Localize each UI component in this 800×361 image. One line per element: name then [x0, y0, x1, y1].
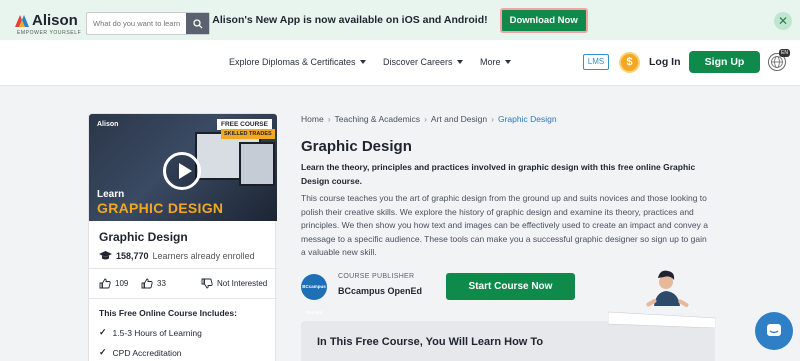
divider	[89, 268, 277, 269]
publisher-name[interactable]: BCcampus OpenEd	[338, 286, 422, 296]
thumbnail-monitor-secondary	[239, 142, 275, 186]
save-count: 33	[157, 279, 166, 288]
logo-mark-icon	[15, 14, 29, 27]
enrolled-label: Learners already enrolled	[152, 251, 255, 261]
not-interested-label: Not Interested	[217, 279, 268, 288]
search-button[interactable]	[186, 13, 209, 34]
logo-word: Alison	[32, 12, 78, 29]
chevron-right-icon: ›	[491, 114, 494, 124]
signup-button[interactable]: Sign Up	[689, 51, 760, 73]
play-icon[interactable]	[163, 152, 201, 190]
graduation-cap-icon	[99, 251, 112, 260]
course-video-thumbnail[interactable]: Alison FREE COURSE SKILLED TRADES Learn …	[89, 114, 277, 221]
thumbs-up-alt-icon	[141, 278, 153, 289]
login-link[interactable]: Log In	[649, 56, 681, 68]
breadcrumb-art-design[interactable]: Art and Design	[431, 114, 487, 124]
thumbnail-learn-text: Learn	[97, 189, 125, 200]
includes-title: This Free Online Course Includes:	[99, 308, 237, 318]
divider	[89, 298, 277, 299]
includes-item: ✓ CPD Accreditation	[99, 347, 182, 358]
promo-text: Alison's New App is now available on iOS…	[212, 14, 488, 26]
enrolled-count: 158,770 Learners already enrolled	[99, 251, 255, 261]
chevron-down-icon	[456, 60, 463, 64]
nav-explore-diplomas[interactable]: Explore Diplomas & Certificates	[229, 57, 366, 67]
search-icon	[192, 18, 202, 28]
nav-label: Discover Careers	[383, 57, 453, 67]
enrolled-number: 158,770	[116, 251, 149, 261]
thumbnail-logo: Alison	[97, 121, 119, 128]
chevron-right-icon: ›	[327, 114, 331, 124]
course-description: This course teaches you the art of graph…	[301, 193, 708, 258]
skilled-trades-tag: SKILLED TRADES	[221, 129, 275, 139]
save-button[interactable]: 33	[141, 278, 166, 289]
page-title: Graphic Design	[301, 138, 412, 155]
lms-button[interactable]: LMS	[583, 54, 609, 70]
nav-discover-careers[interactable]: Discover Careers	[383, 57, 463, 67]
breadcrumb-teaching[interactable]: Teaching & Academics	[335, 114, 421, 124]
close-icon[interactable]: ✕	[774, 12, 792, 30]
includes-item-label: CPD Accreditation	[112, 347, 182, 358]
person-illustration	[608, 270, 716, 328]
includes-item-label: 1.5-3 Hours of Learning	[112, 327, 202, 338]
check-icon: ✓	[99, 347, 107, 357]
logo-tagline: EMPOWER YOURSELF	[17, 30, 82, 36]
chevron-down-icon	[504, 60, 511, 64]
chat-button[interactable]	[755, 312, 793, 350]
alison-logo[interactable]: Alison EMPOWER YOURSELF	[15, 12, 81, 36]
coin-icon[interactable]: $	[619, 52, 640, 73]
thumbs-up-icon	[99, 278, 111, 289]
search-input[interactable]	[87, 13, 187, 34]
like-button[interactable]: 109	[99, 278, 128, 289]
learn-how-to-title: In This Free Course, You Will Learn How …	[317, 336, 544, 348]
breadcrumb-current[interactable]: Graphic Design	[498, 114, 557, 124]
course-card: Alison FREE COURSE SKILLED TRADES Learn …	[88, 113, 277, 361]
nav-more[interactable]: More	[480, 57, 511, 67]
nav-label: More	[480, 57, 501, 67]
thumbnail-subject-text: GRAPHIC DESIGN	[97, 200, 224, 216]
chat-icon	[767, 324, 781, 336]
start-course-button[interactable]: Start Course Now	[446, 273, 575, 300]
search-box	[86, 12, 210, 35]
course-lead: Learn the theory, principles and practic…	[301, 162, 696, 186]
language-badge: EN	[779, 49, 790, 57]
not-interested-button[interactable]: Not Interested	[201, 278, 267, 289]
publisher-label: COURSE PUBLISHER	[338, 273, 415, 280]
check-icon: ✓	[99, 327, 107, 337]
breadcrumb: Home › Teaching & Academics › Art and De…	[301, 114, 557, 124]
like-count: 109	[115, 279, 129, 288]
chevron-down-icon	[359, 60, 366, 64]
includes-item: ✓ 1.5-3 Hours of Learning	[99, 327, 202, 338]
nav-label: Explore Diplomas & Certificates	[229, 57, 356, 67]
card-course-title: Graphic Design	[99, 230, 188, 244]
publisher-logo[interactable]: BCcampus OpenEd	[301, 274, 327, 315]
download-now-button[interactable]: Download Now	[499, 7, 588, 33]
thumbs-down-icon	[201, 278, 213, 289]
breadcrumb-home[interactable]: Home	[301, 114, 324, 124]
chevron-right-icon: ›	[424, 114, 427, 124]
